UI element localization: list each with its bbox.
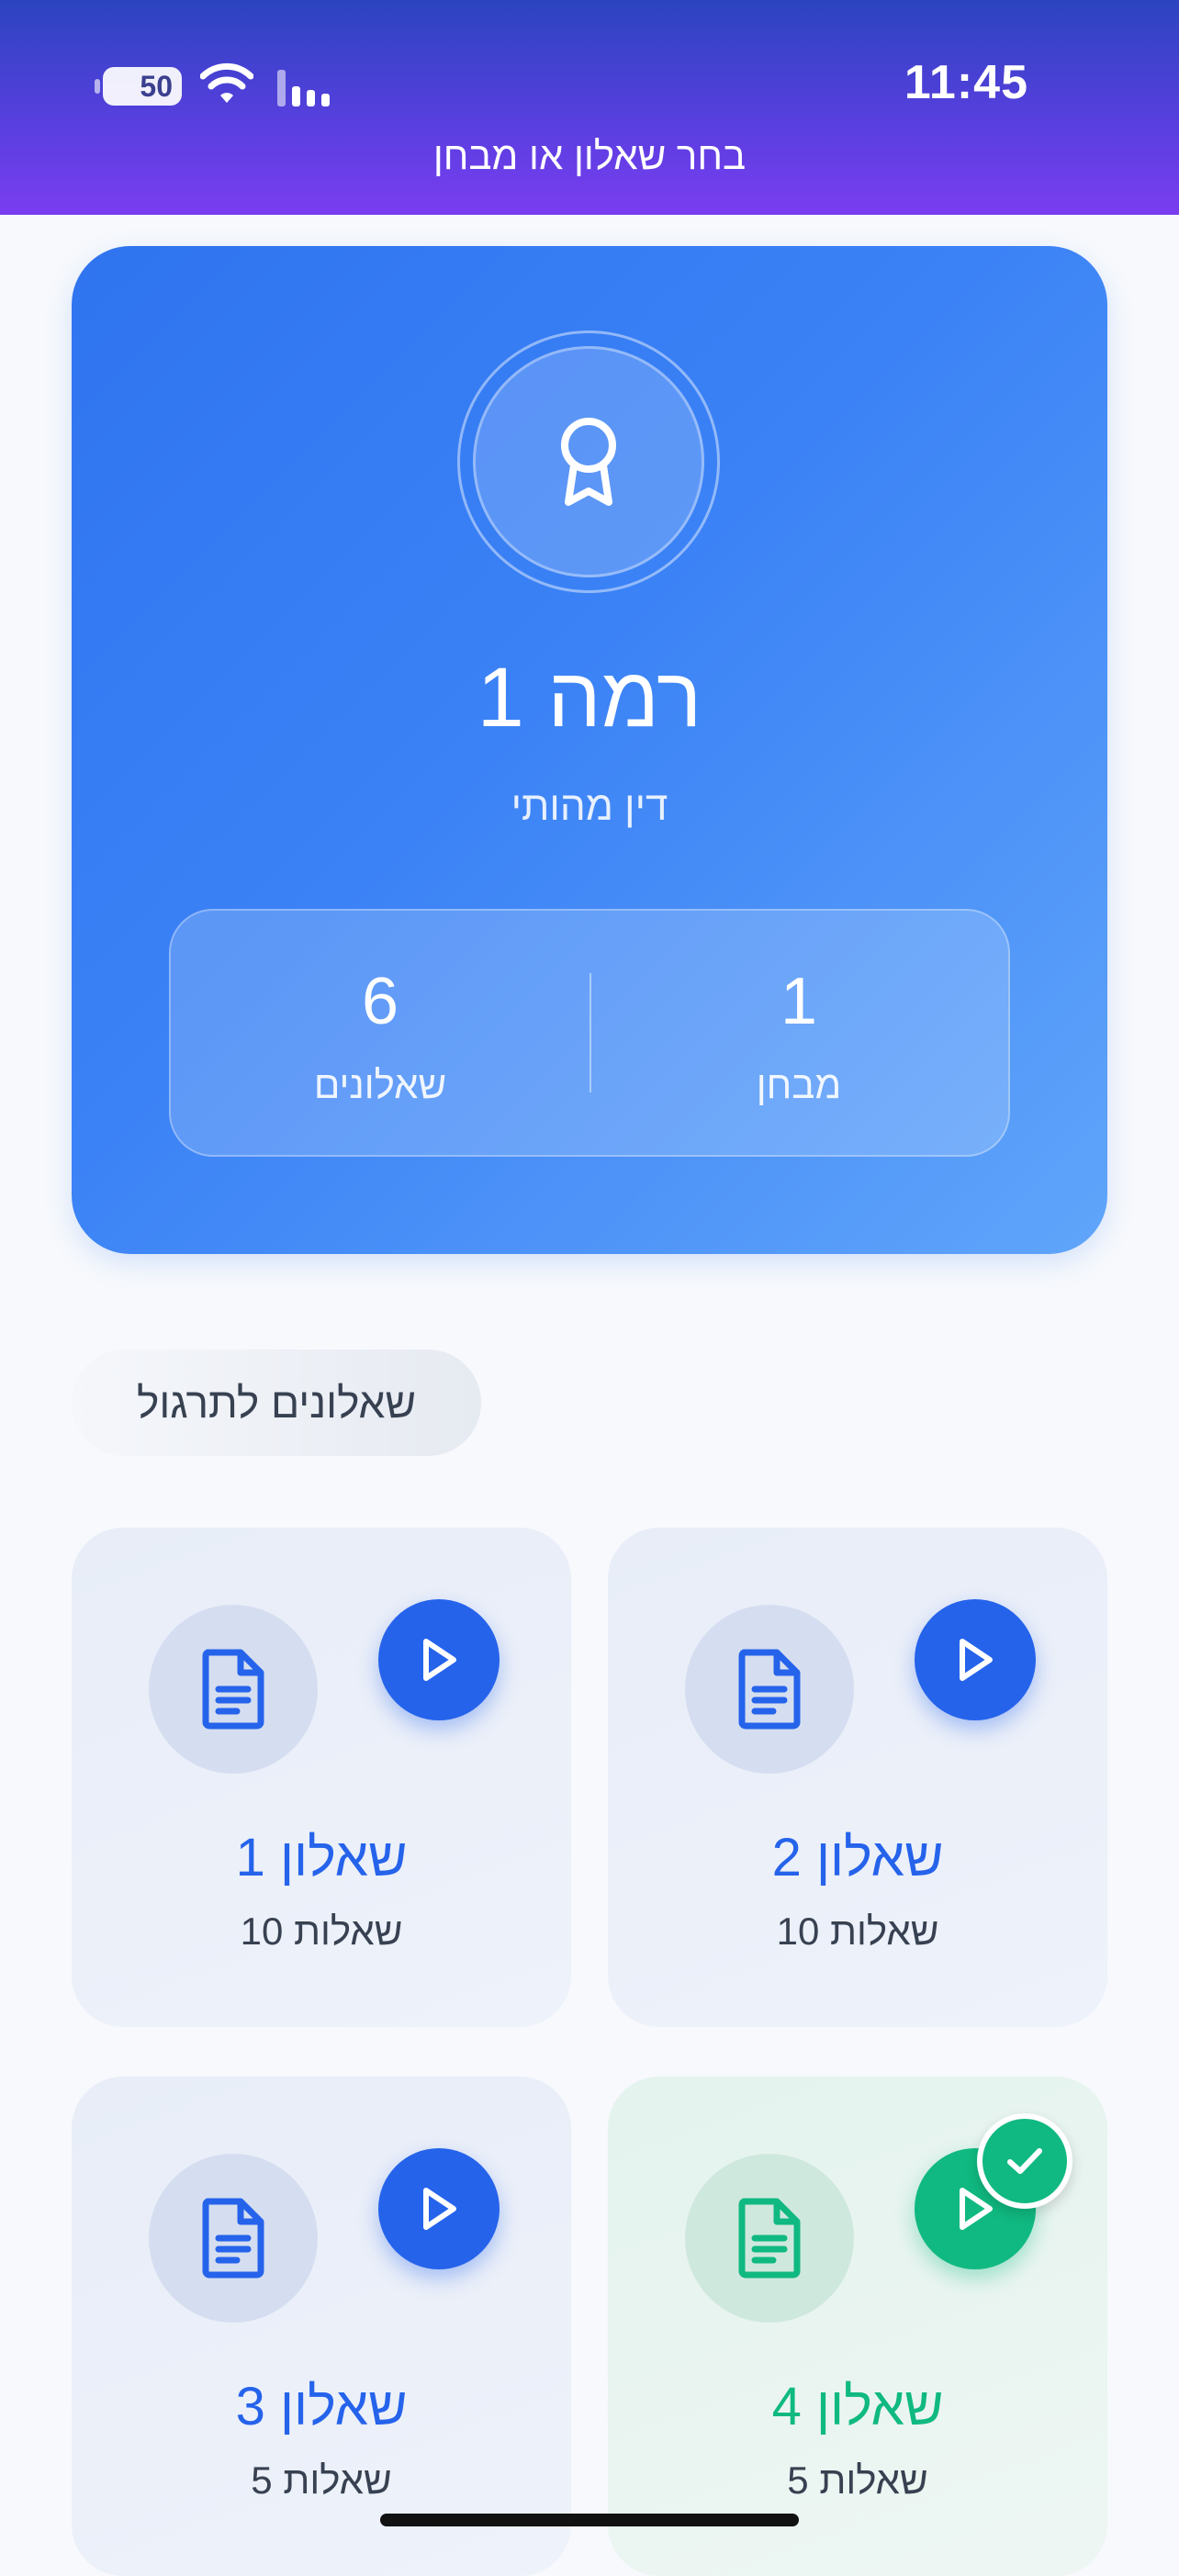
questionnaire-title: שאלון 2 bbox=[771, 1828, 944, 1887]
play-button[interactable] bbox=[378, 1599, 500, 1720]
stat-value: 1 bbox=[780, 965, 818, 1038]
header: 50 11:45 בחר שאלון או מבחן bbox=[0, 0, 1179, 215]
level-card: רמה 1 דין מהותי 6 שאלונים 1 מבחן bbox=[72, 246, 1107, 1254]
questionnaire-count: 10 שאלות bbox=[240, 1910, 403, 1953]
completed-check-badge bbox=[977, 2113, 1072, 2209]
award-medal-icon bbox=[561, 418, 616, 506]
questionnaire-title: שאלון 3 bbox=[235, 2377, 408, 2436]
play-icon bbox=[423, 1639, 456, 1681]
cellular-signal-icon bbox=[277, 70, 330, 106]
document-icon-wrap bbox=[149, 2154, 318, 2323]
section-title-practice: שאלונים לתרגול bbox=[72, 1350, 481, 1456]
questionnaire-card-1[interactable]: שאלון 1 10 שאלות bbox=[72, 1528, 571, 2027]
page-title: בחר שאלון או מבחן bbox=[432, 134, 747, 177]
document-icon-wrap bbox=[685, 1605, 854, 1774]
document-icon bbox=[738, 1649, 801, 1730]
level-title: רמה 1 bbox=[477, 651, 702, 745]
document-icon bbox=[202, 2198, 264, 2279]
questionnaire-count: 5 שאלות bbox=[787, 2458, 928, 2502]
play-icon bbox=[423, 2188, 456, 2230]
status-bar: 50 11:45 bbox=[0, 0, 1179, 138]
stat-value: 6 bbox=[361, 965, 399, 1038]
document-icon-wrap bbox=[149, 1605, 318, 1774]
document-icon bbox=[738, 2198, 801, 2279]
questionnaire-count: 5 שאלות bbox=[251, 2458, 392, 2502]
stat-questionnaires: 6 שאלונים bbox=[171, 911, 590, 1155]
document-icon-wrap bbox=[685, 2154, 854, 2323]
home-indicator[interactable] bbox=[380, 2514, 799, 2526]
questionnaire-card-2[interactable]: שאלון 2 10 שאלות bbox=[608, 1528, 1107, 2027]
battery-level: 50 bbox=[140, 70, 173, 103]
stat-label: מבחן bbox=[756, 1063, 842, 1106]
stat-label: שאלונים bbox=[313, 1063, 447, 1106]
battery-icon: 50 bbox=[95, 67, 182, 106]
play-icon bbox=[960, 1639, 993, 1681]
medal-inner bbox=[473, 346, 704, 577]
medal-badge bbox=[457, 330, 720, 593]
document-icon bbox=[202, 1649, 264, 1730]
questionnaire-card-3[interactable]: שאלון 3 5 שאלות bbox=[72, 2077, 571, 2576]
play-button[interactable] bbox=[378, 2148, 500, 2269]
wifi-icon bbox=[200, 62, 253, 103]
checkmark-icon bbox=[1007, 2148, 1042, 2174]
questionnaire-title: שאלון 4 bbox=[771, 2377, 944, 2436]
level-stats: 6 שאלונים 1 מבחן bbox=[169, 909, 1010, 1157]
questionnaire-count: 10 שאלות bbox=[776, 1910, 939, 1953]
level-subtitle: דין מהותי bbox=[511, 784, 668, 829]
questionnaire-title: שאלון 1 bbox=[235, 1828, 408, 1887]
stat-exam: 1 מבחן bbox=[590, 911, 1008, 1155]
play-button[interactable] bbox=[915, 1599, 1036, 1720]
clock: 11:45 bbox=[904, 56, 1028, 109]
